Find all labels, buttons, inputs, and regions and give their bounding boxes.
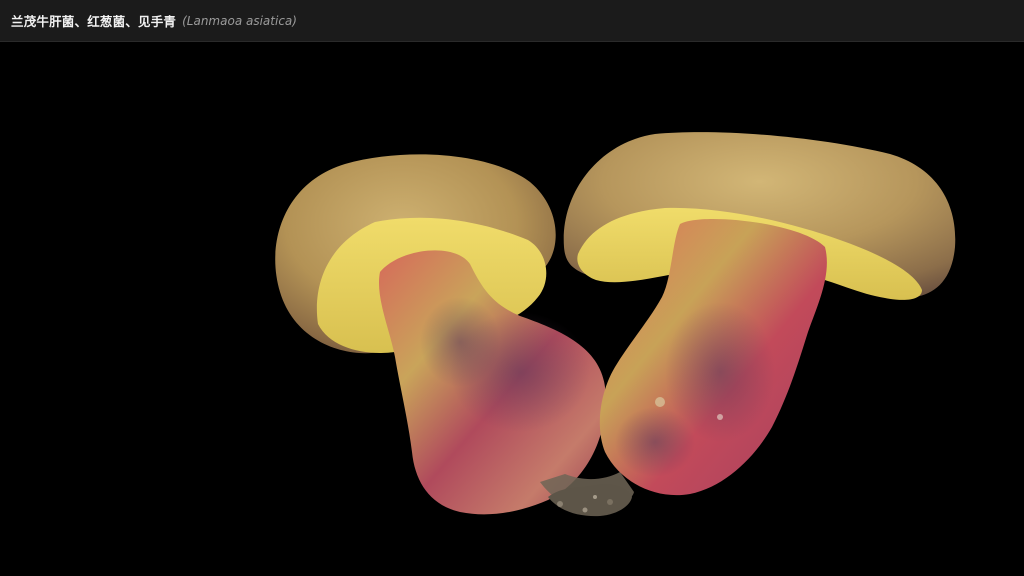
right-mushroom: [563, 132, 956, 496]
species-latin-name: (Lanmaoa asiatica): [182, 13, 297, 28]
image-viewer: [0, 42, 1024, 576]
mushroom-photo: [275, 132, 956, 517]
title-bar: 兰茂牛肝菌、红葱菌、见手青 (Lanmaoa asiatica): [0, 0, 1024, 42]
species-common-names: 兰茂牛肝菌、红葱菌、见手青: [11, 14, 177, 29]
